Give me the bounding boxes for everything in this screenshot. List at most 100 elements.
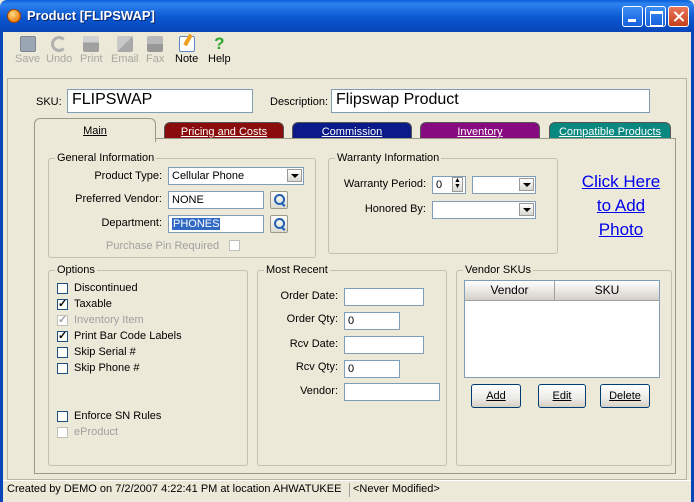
undo-label: Undo: [46, 53, 73, 65]
warranty-period-label: Warranty Period:: [343, 178, 426, 190]
rcv-qty-input[interactable]: 0: [344, 360, 400, 378]
honored-by-label: Honored By:: [364, 203, 426, 215]
inventory-item-label: Inventory Item: [74, 314, 144, 326]
most-recent-title: Most Recent: [264, 264, 330, 276]
close-button[interactable]: [668, 6, 689, 27]
preferred-vendor-label: Preferred Vendor:: [75, 193, 162, 205]
maximize-button[interactable]: [645, 6, 666, 27]
title-bar[interactable]: Product [FLIPSWAP]: [0, 0, 694, 32]
product-type-select[interactable]: Cellular Phone: [168, 167, 304, 185]
description-input[interactable]: Flipswap Product: [331, 89, 650, 113]
email-button[interactable]: Email: [111, 36, 139, 65]
spinner-icon[interactable]: ▲ ▼: [452, 177, 463, 192]
order-date-input[interactable]: [344, 288, 424, 306]
honored-by-select[interactable]: [432, 201, 536, 219]
add-photo-line3: Photo: [598, 220, 644, 239]
chevron-down-icon[interactable]: [519, 203, 534, 216]
options-title: Options: [55, 264, 97, 276]
enforce-sn-rules-label: Enforce SN Rules: [74, 410, 162, 422]
discontinued-checkbox[interactable]: [57, 283, 68, 294]
undo-button[interactable]: Undo: [46, 36, 72, 65]
print-icon: [83, 36, 100, 52]
note-button[interactable]: Note: [175, 36, 198, 65]
save-icon: [19, 36, 36, 52]
print-button[interactable]: Print: [80, 36, 103, 65]
delete-button[interactable]: Delete: [600, 384, 650, 408]
chevron-down-icon[interactable]: [519, 178, 534, 191]
note-label: Note: [175, 53, 199, 65]
vendor-label: Vendor:: [300, 385, 338, 397]
window-frame-left: [0, 32, 3, 502]
fax-icon: [147, 36, 164, 52]
add-button[interactable]: Add: [471, 384, 521, 408]
toolbar: Save Undo Print Email Fax Note ? Help: [3, 32, 691, 74]
vendor-skus-table[interactable]: Vendor SKU: [464, 280, 660, 378]
purchase-pin-checkbox[interactable]: [229, 240, 240, 251]
vendor-lookup-icon[interactable]: [270, 191, 288, 209]
tab-main[interactable]: Main: [34, 118, 156, 142]
sku-label: SKU:: [36, 96, 62, 108]
save-label: Save: [15, 53, 41, 65]
rcv-date-label: Rcv Date:: [289, 338, 338, 350]
print-label: Print: [80, 53, 103, 65]
enforce-sn-rules-checkbox[interactable]: [57, 411, 68, 422]
rcv-date-input[interactable]: [344, 336, 424, 354]
rcv-qty-label: Rcv Qty:: [295, 361, 338, 373]
inventory-item-checkbox[interactable]: ✓: [57, 315, 68, 326]
modified-status: <Never Modified>: [353, 483, 440, 495]
order-date-label: Order Date:: [280, 290, 338, 302]
purchase-pin-label: Purchase Pin Required: [106, 240, 220, 252]
vendor-input[interactable]: [344, 383, 440, 401]
help-label: Help: [208, 53, 231, 65]
preferred-vendor-input[interactable]: NONE: [168, 191, 264, 209]
discontinued-label: Discontinued: [74, 282, 138, 294]
email-icon: [116, 36, 133, 52]
fax-button[interactable]: Fax: [146, 36, 164, 65]
email-label: Email: [111, 53, 139, 65]
minimize-button[interactable]: [622, 6, 643, 27]
help-icon: ?: [214, 34, 225, 53]
print-bar-code-labels-label: Print Bar Code Labels: [74, 330, 182, 342]
description-label: Description:: [270, 96, 329, 108]
chevron-down-icon[interactable]: [287, 169, 302, 182]
skip-phone-label: Skip Phone #: [74, 362, 140, 374]
add-photo-line1: Click Here: [581, 172, 661, 191]
warranty-unit-select[interactable]: [472, 176, 536, 194]
add-photo-line2: to Add: [596, 196, 646, 215]
skip-phone-checkbox[interactable]: [57, 363, 68, 374]
app-icon: [7, 9, 21, 23]
vendor-skus-title: Vendor SKUs: [463, 264, 534, 276]
status-bar: Created by DEMO on 7/2/2007 4:22:41 PM a…: [3, 480, 691, 499]
department-lookup-icon[interactable]: [270, 215, 288, 233]
note-icon: [178, 36, 195, 52]
eproduct-label: eProduct: [74, 426, 119, 438]
skip-serial-checkbox[interactable]: [57, 347, 68, 358]
sku-column-header[interactable]: SKU: [555, 281, 659, 301]
taxable-checkbox[interactable]: ✓: [57, 299, 68, 310]
product-type-value: Cellular Phone: [172, 170, 245, 182]
eproduct-checkbox[interactable]: [57, 427, 68, 438]
status-divider: [349, 483, 350, 497]
product-type-label: Product Type:: [94, 170, 162, 182]
department-input[interactable]: PHONES: [168, 215, 264, 233]
save-button[interactable]: Save: [15, 36, 40, 65]
sku-input[interactable]: FLIPSWAP: [67, 89, 253, 113]
edit-button[interactable]: Edit: [538, 384, 586, 408]
general-information-title: General Information: [55, 152, 157, 164]
print-bar-code-labels-checkbox[interactable]: ✓: [57, 331, 68, 342]
order-qty-label: Order Qty:: [286, 313, 338, 325]
created-status: Created by DEMO on 7/2/2007 4:22:41 PM a…: [7, 483, 342, 495]
add-photo-link[interactable]: Click Here to Add Photo: [566, 170, 676, 242]
taxable-label: Taxable: [74, 298, 112, 310]
warranty-period-value: 0: [436, 179, 443, 191]
help-button[interactable]: ? Help: [208, 34, 231, 65]
vendor-column-header[interactable]: Vendor: [465, 281, 555, 301]
warranty-information-title: Warranty Information: [335, 152, 442, 164]
window-title: Product [FLIPSWAP]: [27, 8, 155, 23]
skip-serial-label: Skip Serial #: [74, 346, 136, 358]
undo-icon: [51, 36, 68, 52]
department-label: Department:: [101, 217, 162, 229]
order-qty-input[interactable]: 0: [344, 312, 400, 330]
department-value: PHONES: [172, 218, 221, 230]
fax-label: Fax: [146, 53, 165, 65]
